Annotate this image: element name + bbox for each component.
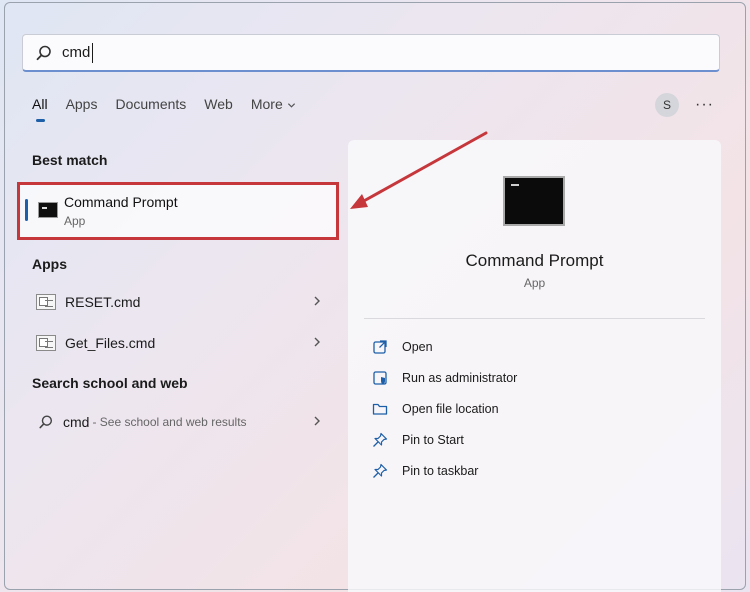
search-input[interactable]: cmd (22, 34, 720, 72)
cmd-file-icon (36, 294, 56, 310)
chevron-right-icon (314, 337, 320, 347)
chevron-down-icon (287, 103, 295, 108)
action-open-file-location[interactable]: Open file location (372, 398, 499, 420)
web-query: cmd (63, 414, 90, 430)
shield-icon (373, 371, 387, 385)
pin-icon (373, 463, 388, 478)
action-label: Pin to taskbar (402, 464, 479, 478)
open-icon (373, 340, 387, 354)
action-open[interactable]: Open (372, 336, 433, 358)
section-title-search-web: Search school and web (32, 375, 188, 391)
action-label: Run as administrator (402, 371, 518, 385)
chevron-right-icon (314, 296, 320, 306)
app-label: Get_Files.cmd (65, 335, 156, 351)
more-options-button[interactable]: ··· (695, 96, 714, 114)
tab-apps[interactable]: Apps (66, 96, 98, 122)
web-search-result[interactable]: cmd - See school and web results (22, 405, 334, 439)
search-icon (39, 415, 53, 429)
search-icon (36, 45, 51, 60)
divider (364, 318, 705, 319)
search-query: cmd (62, 44, 91, 61)
preview-panel: Command Prompt App Open Run as administr… (348, 140, 721, 592)
tab-documents[interactable]: Documents (115, 96, 186, 122)
chevron-right-icon (314, 416, 320, 426)
best-match-subtitle: App (64, 214, 86, 228)
tab-all[interactable]: All (32, 96, 48, 122)
filter-tabs: All Apps Documents Web More (32, 96, 314, 122)
command-prompt-icon (503, 176, 565, 226)
action-label: Open file location (402, 402, 499, 416)
cmd-file-icon (36, 335, 56, 351)
tab-web[interactable]: Web (204, 96, 233, 122)
action-pin-to-start[interactable]: Pin to Start (372, 429, 464, 451)
tab-more-label: More (250, 96, 283, 112)
text-cursor (92, 42, 94, 63)
command-prompt-icon (38, 202, 58, 218)
selection-indicator (25, 199, 28, 221)
folder-icon (372, 403, 388, 415)
preview-title: Command Prompt (465, 251, 604, 270)
tab-more[interactable]: More (251, 96, 296, 122)
list-item[interactable]: Get_Files.cmd (22, 326, 334, 360)
web-query-hint: - See school and web results (92, 415, 247, 429)
action-label: Open (402, 340, 433, 354)
section-title-apps: Apps (32, 256, 67, 272)
list-item[interactable]: RESET.cmd (22, 285, 334, 319)
best-match-item[interactable]: Command Prompt App (17, 182, 339, 240)
pin-icon (373, 432, 388, 447)
best-match-title: Command Prompt (64, 194, 178, 210)
action-pin-to-taskbar[interactable]: Pin to taskbar (372, 460, 478, 482)
action-label: Pin to Start (402, 433, 464, 447)
preview-subtitle: App (523, 276, 546, 290)
action-run-as-administrator[interactable]: Run as administrator (372, 367, 517, 389)
section-title-best-match: Best match (32, 152, 108, 168)
avatar[interactable]: S (655, 93, 679, 117)
app-label: RESET.cmd (65, 294, 141, 310)
